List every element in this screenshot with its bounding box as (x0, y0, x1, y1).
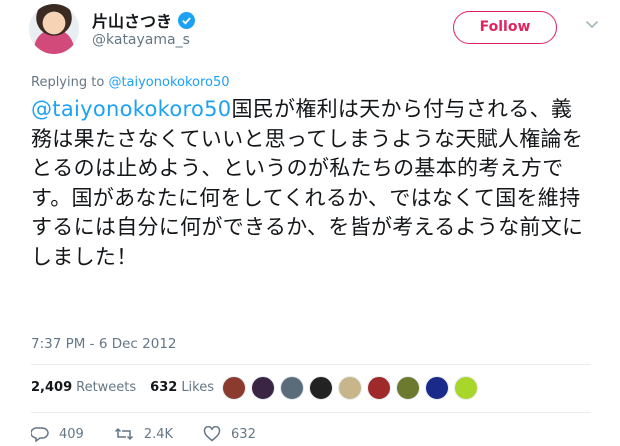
likes-count: 632 (150, 380, 178, 395)
reply-button[interactable]: 409 (31, 426, 84, 442)
tweet-text: @taiyonokokoro50国民が権利は天から付与される、義務は果たさなくて… (31, 95, 591, 272)
likers-avatars (222, 376, 478, 400)
divider (31, 412, 591, 413)
replying-to-label: Replying to (31, 75, 105, 90)
liker-avatar-icon[interactable] (222, 376, 246, 400)
retweet-count: 2.4K (143, 426, 174, 442)
tweet-mention[interactable]: @taiyonokokoro50 (31, 97, 231, 121)
likes-label: Likes (181, 380, 215, 395)
liker-avatar-icon[interactable] (425, 376, 449, 400)
retweets-count: 2,409 (31, 380, 73, 395)
heart-icon (203, 426, 221, 442)
like-button[interactable]: 632 (203, 426, 256, 442)
tweet-timestamp[interactable]: 7:37 PM - 6 Dec 2012 (31, 336, 177, 352)
replying-to-link[interactable]: @taiyonokokoro50 (108, 75, 229, 90)
tweet-actions: 409 2.4K 632 (31, 426, 286, 442)
retweet-icon (114, 427, 133, 441)
chevron-down-icon[interactable] (584, 16, 600, 32)
retweets-label: Retweets (76, 380, 137, 395)
divider (31, 364, 591, 365)
liker-avatar-icon[interactable] (251, 376, 275, 400)
display-name[interactable]: 片山さつき (92, 8, 172, 32)
liker-avatar-icon[interactable] (338, 376, 362, 400)
tweet-stats: 2,409 Retweets 632 Likes (31, 380, 228, 395)
liker-avatar-icon[interactable] (367, 376, 391, 400)
verified-badge-icon (178, 11, 196, 29)
user-avatar[interactable] (29, 4, 79, 54)
liker-avatar-icon[interactable] (280, 376, 304, 400)
replying-to: Replying to @taiyonokokoro50 (31, 75, 230, 90)
reply-icon (31, 427, 49, 442)
follow-button[interactable]: Follow (453, 11, 557, 44)
retweet-button[interactable]: 2.4K (114, 426, 173, 442)
reply-count: 409 (59, 426, 84, 442)
like-count: 632 (231, 426, 256, 442)
retweets-stat[interactable]: 2,409 Retweets (31, 380, 136, 395)
user-name-row[interactable]: 片山さつき (92, 8, 196, 32)
liker-avatar-icon[interactable] (396, 376, 420, 400)
user-handle[interactable]: @katayama_s (92, 32, 190, 48)
tweet-body: 国民が権利は天から付与される、義務は果たさなくていいと思ってしまうような天賦人権… (31, 97, 584, 269)
likes-stat[interactable]: 632 Likes (150, 380, 214, 395)
liker-avatar-icon[interactable] (454, 376, 478, 400)
liker-avatar-icon[interactable] (309, 376, 333, 400)
